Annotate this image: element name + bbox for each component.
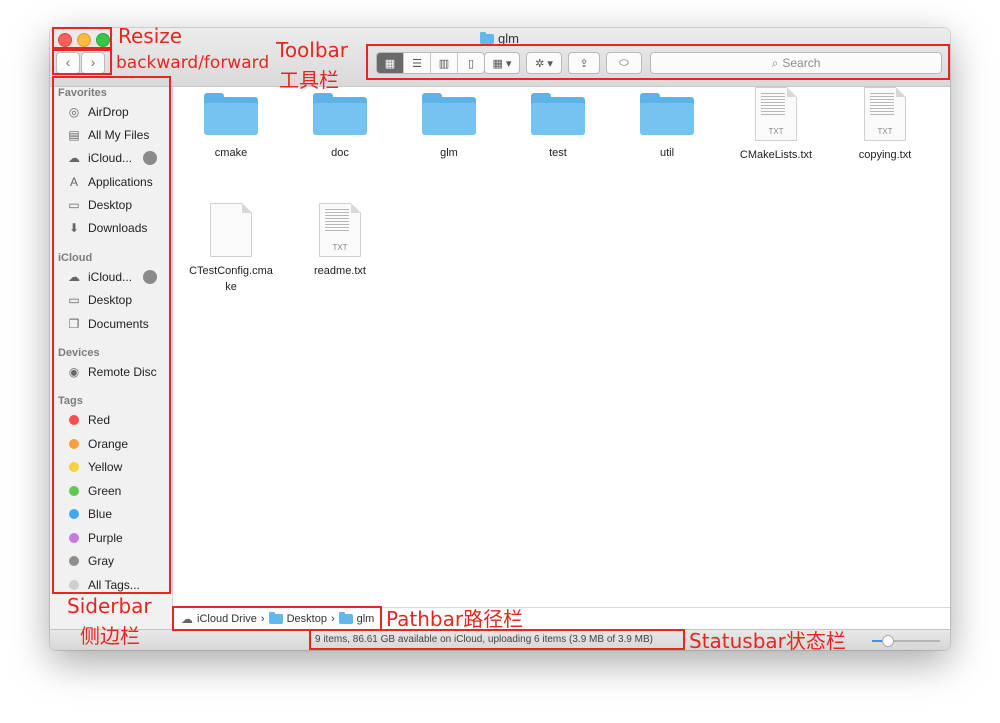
- pathbar-callout-box: [172, 606, 382, 631]
- file-item-readme[interactable]: TXT readme.txt: [290, 203, 390, 279]
- file-item-doc[interactable]: doc: [290, 93, 390, 161]
- icon-size-slider-knob[interactable]: [882, 635, 894, 647]
- file-item-glm[interactable]: glm: [399, 93, 499, 161]
- statusbar-callout-box: [309, 629, 685, 650]
- annotation-resize: Resize: [118, 24, 183, 48]
- text-file-icon: TXT: [755, 87, 797, 141]
- file-item-ctestconfig[interactable]: CTestConfig.cma ke: [181, 203, 281, 295]
- annotation-siderbar: Siderbar: [67, 594, 152, 618]
- file-name: cmake: [214, 147, 248, 159]
- annotation-backward-forward: backward/forward: [116, 53, 270, 73]
- file-item-cmakelists[interactable]: TXT CMakeLists.txt: [726, 87, 826, 163]
- file-name: doc: [331, 147, 349, 159]
- file-item-cmake[interactable]: cmake: [181, 93, 281, 161]
- file-name: readme.txt: [314, 265, 366, 277]
- folder-icon: [313, 93, 367, 135]
- file-name: test: [549, 147, 567, 159]
- file-browser: cmake doc glm test util TXT CMakeLists.t…: [173, 87, 950, 607]
- file-name: CMakeLists.txt: [739, 149, 813, 161]
- annotation-siderbar-cn: 侧边栏: [80, 624, 140, 648]
- file-name: CTestConfig.cma ke: [189, 265, 273, 293]
- blank-file-icon: [210, 203, 252, 257]
- annotation-toolbar-cn: 工具栏: [279, 68, 339, 92]
- navigation-callout-box: [52, 49, 112, 75]
- resize-callout-box: [52, 27, 112, 49]
- annotation-statusbar: Statusbar状态栏: [689, 629, 846, 653]
- file-name: copying.txt: [858, 149, 912, 161]
- folder-icon: [480, 31, 494, 44]
- sidebar-callout-box: [52, 76, 171, 594]
- finder-window: glm ‹ › ▦ ☰ ▥ ▯ ▦ ▾ ✲ ▾ ⇪ ⬭ ⌕ Search Fav…: [50, 28, 950, 650]
- folder-icon: [531, 93, 585, 135]
- folder-icon: [640, 93, 694, 135]
- file-item-test[interactable]: test: [508, 93, 608, 161]
- text-file-icon: TXT: [319, 203, 361, 257]
- folder-icon: [204, 93, 258, 135]
- text-file-icon: TXT: [864, 87, 906, 141]
- file-item-util[interactable]: util: [617, 93, 717, 161]
- file-name: util: [659, 147, 675, 159]
- annotation-pathbar: Pathbar路径栏: [386, 607, 524, 631]
- annotation-toolbar: Toolbar: [276, 38, 349, 62]
- folder-icon: [422, 93, 476, 135]
- toolbar-callout-box: [366, 44, 950, 80]
- file-name: glm: [440, 147, 458, 159]
- file-item-copying[interactable]: TXT copying.txt: [835, 87, 935, 163]
